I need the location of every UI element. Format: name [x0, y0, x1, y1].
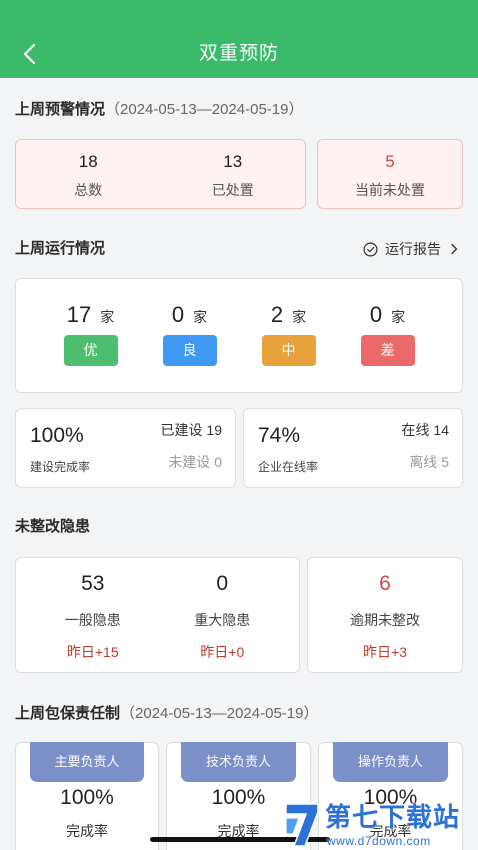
- watermark-name: 第七下载站: [325, 802, 461, 832]
- responsibility-role-tab: 主要负责人: [30, 742, 144, 782]
- warning-section-title: 上周预警情况（2024-05-13—2024-05-19）: [15, 99, 303, 121]
- online-label: 在线: [401, 422, 430, 438]
- grade-good-count-row: 0家: [140, 303, 239, 330]
- responsibility-role-tab: 技术负责人: [181, 742, 296, 782]
- grade-good-badge: 良: [162, 335, 217, 366]
- responsibility-card-main[interactable]: 主要负责人 100% 完成率: [15, 742, 159, 850]
- watermark: 第七下载站 www.d7down.com: [283, 800, 475, 848]
- online-value: 14: [433, 422, 449, 438]
- grade-poor-unit: 家: [391, 309, 406, 325]
- hazards-title: 未整改隐患: [15, 518, 91, 535]
- responsibility-role-tab: 操作负责人: [333, 742, 448, 782]
- app-header: 双重预防: [0, 0, 478, 78]
- built-label: 已建设: [160, 422, 203, 438]
- major-hazards-delta: 昨日+0: [200, 644, 245, 660]
- operation-grade-card: 17 家 优 0家 良 2家 中 0家 差: [15, 278, 463, 393]
- offline-label: 离线: [409, 454, 438, 470]
- operation-report-link[interactable]: 运行报告: [363, 238, 460, 260]
- online-rate-value: 74%: [258, 424, 301, 447]
- grade-medium[interactable]: 2家 中: [239, 279, 338, 392]
- overdue-hazards-delta: 昨日+3: [363, 644, 407, 660]
- grade-good-count: 0: [171, 302, 185, 327]
- overdue-hazards-card[interactable]: 6 逾期未整改 昨日+3: [307, 557, 463, 673]
- responsibility-title: 上周包保责任制: [15, 705, 121, 722]
- offline-count: 离线 5: [409, 452, 449, 472]
- watermark-url: www.d7down.com: [327, 834, 431, 848]
- operation-section-title: 上周运行情况: [15, 238, 105, 260]
- responsibility-rate-label: 完成率: [66, 823, 108, 839]
- construction-rate-label: 建设完成率: [30, 460, 91, 474]
- grade-medium-count-row: 2家: [239, 303, 338, 330]
- warning-total-value: 18: [78, 152, 98, 171]
- grade-excellent-badge: 优: [63, 335, 118, 366]
- warning-pending-label: 当前未处置: [355, 182, 425, 198]
- grade-medium-unit: 家: [292, 309, 307, 325]
- warning-handled-label: 已处置: [211, 182, 254, 198]
- operation-report-label: 运行报告: [385, 241, 441, 257]
- warning-total[interactable]: 18 总数: [16, 140, 161, 208]
- grade-poor-count: 0: [369, 302, 383, 327]
- chevron-right-icon: [450, 243, 460, 255]
- construction-rate-value: 100%: [30, 424, 84, 447]
- warning-pending-value: 5: [385, 152, 395, 171]
- offline-value: 5: [441, 454, 449, 470]
- operation-title: 上周运行情况: [15, 240, 106, 257]
- grade-good-unit: 家: [193, 309, 208, 325]
- warning-title: 上周预警情况: [15, 101, 106, 118]
- grade-medium-count: 2: [270, 302, 284, 327]
- responsibility-section-title: 上周包保责任制（2024-05-13—2024-05-19）: [15, 703, 318, 725]
- online-rate-label: 企业在线率: [258, 460, 319, 474]
- major-hazards-value: 0: [216, 572, 229, 595]
- overdue-hazards-value: 6: [379, 572, 391, 595]
- grade-excellent-unit: 家: [100, 309, 115, 325]
- warning-date-range: （2024-05-13—2024-05-19）: [105, 101, 304, 118]
- construction-rate-card[interactable]: 100% 建设完成率 已建设 19 未建设 0: [15, 408, 236, 488]
- unbuilt-value: 0: [214, 454, 222, 470]
- online-rate-card[interactable]: 74% 企业在线率 在线 14 离线 5: [243, 408, 463, 488]
- grade-poor-badge: 差: [360, 335, 415, 366]
- grade-good[interactable]: 0家 良: [140, 279, 239, 392]
- hazards-summary-card: 53 一般隐患 昨日+15 0 重大隐患 昨日+0: [15, 557, 300, 673]
- warning-total-label: 总数: [74, 182, 103, 198]
- warning-handled[interactable]: 13 已处置: [161, 140, 306, 208]
- built-value: 19: [206, 422, 222, 438]
- general-hazards-label: 一般隐患: [64, 612, 121, 628]
- responsibility-date-range: （2024-05-13—2024-05-19）: [120, 705, 319, 722]
- responsibility-rate: 100%: [60, 786, 114, 809]
- online-count: 在线 14: [402, 420, 449, 440]
- overdue-hazards-label: 逾期未整改: [350, 612, 420, 628]
- general-hazards-delta: 昨日+15: [66, 644, 119, 660]
- unbuilt-label: 未建设: [168, 454, 211, 470]
- grade-excellent[interactable]: 17 家 优: [41, 279, 140, 392]
- major-hazards-label: 重大隐患: [194, 612, 251, 628]
- hazards-section-title: 未整改隐患: [15, 516, 90, 538]
- watermark-logo-icon: [285, 803, 319, 847]
- grade-poor-count-row: 0家: [338, 303, 437, 330]
- general-hazards[interactable]: 53 一般隐患 昨日+15: [28, 558, 158, 672]
- page-title: 双重预防: [198, 43, 279, 64]
- warning-summary-card[interactable]: 18 总数 13 已处置: [15, 139, 306, 209]
- general-hazards-value: 53: [81, 572, 105, 595]
- warning-handled-value: 13: [223, 152, 243, 171]
- grade-medium-badge: 中: [261, 335, 316, 366]
- warning-pending-card[interactable]: 5 当前未处置: [317, 139, 463, 209]
- major-hazards[interactable]: 0 重大隐患 昨日+0: [158, 558, 288, 672]
- check-circle-icon: [363, 241, 378, 257]
- grade-excellent-count-row: 17 家: [41, 303, 140, 330]
- grade-poor[interactable]: 0家 差: [338, 279, 437, 392]
- built-count: 已建设 19: [161, 420, 222, 440]
- grade-excellent-count: 17: [66, 302, 92, 327]
- unbuilt-count: 未建设 0: [168, 452, 222, 472]
